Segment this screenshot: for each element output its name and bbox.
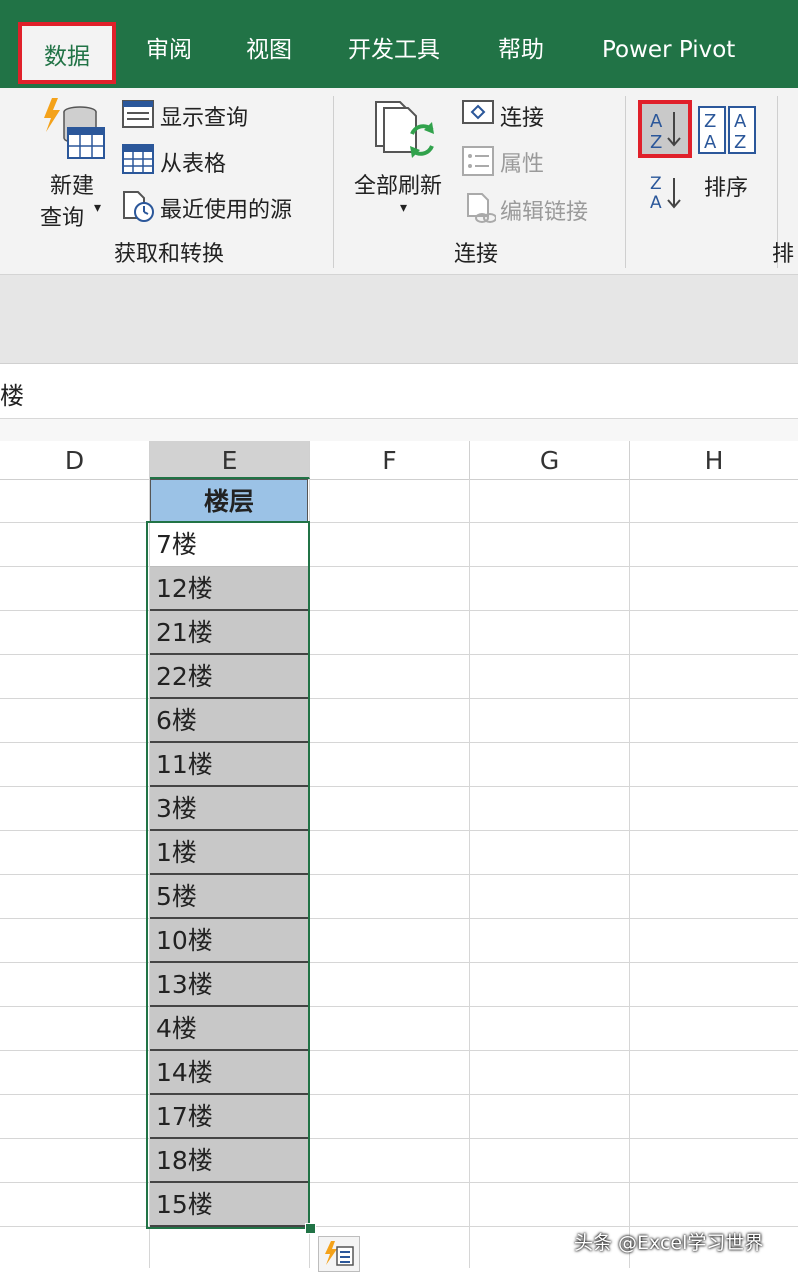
get-transform-group-label: 获取和转换 — [114, 242, 225, 267]
new-query-icon — [40, 98, 106, 160]
grid-line — [0, 1138, 798, 1139]
new-query-dropdown-icon[interactable]: ▾ — [94, 200, 101, 216]
svg-text:A: A — [650, 111, 663, 132]
properties-icon — [462, 146, 494, 176]
show-queries-icon — [122, 100, 154, 128]
show-queries-button[interactable]: 显示查询 — [160, 100, 248, 132]
from-table-button[interactable]: 从表格 — [160, 146, 226, 178]
flash-fill-icon — [325, 1241, 354, 1266]
tab-help[interactable]: 帮助 — [498, 30, 544, 70]
sort-dialog-icon: Z A A Z — [698, 106, 756, 156]
grid-line — [0, 698, 798, 699]
new-query-label-2[interactable]: 查询 — [40, 200, 84, 232]
properties-button[interactable]: 属性 — [500, 146, 544, 178]
svg-text:Z: Z — [650, 132, 662, 153]
watermark: 头条 @Excel学习世界 — [574, 1232, 764, 1254]
recent-sources-icon — [122, 190, 154, 222]
grid-line — [0, 522, 798, 523]
grid-line — [0, 1226, 798, 1227]
grid-line — [0, 918, 798, 919]
flash-fill-options-button[interactable] — [318, 1236, 360, 1272]
column-header-h[interactable]: H — [630, 441, 798, 479]
formula-bar-content: 楼 — [0, 382, 24, 410]
worksheet-grid[interactable] — [0, 479, 798, 1268]
grid-line — [0, 786, 798, 787]
grid-line — [0, 962, 798, 963]
edit-links-icon — [466, 192, 497, 224]
grid-line — [0, 1006, 798, 1007]
svg-text:Z: Z — [650, 174, 662, 194]
grid-line — [0, 1094, 798, 1095]
column-headers: D E F G H — [0, 441, 798, 480]
svg-text:A: A — [704, 132, 717, 153]
svg-text:A: A — [734, 111, 747, 132]
fill-handle[interactable] — [305, 1223, 316, 1234]
svg-text:A: A — [650, 193, 662, 212]
column-header-d[interactable]: D — [0, 441, 150, 479]
grid-line — [0, 1182, 798, 1183]
edit-links-button[interactable]: 编辑链接 — [500, 194, 588, 226]
connections-button[interactable]: 连接 — [500, 100, 544, 132]
group-separator — [333, 96, 334, 268]
grid-line — [0, 566, 798, 567]
grid-line — [0, 830, 798, 831]
refresh-all-dropdown-icon[interactable]: ▾ — [400, 200, 407, 216]
grid-line — [0, 874, 798, 875]
sort-ascending-button[interactable]: A Z — [638, 100, 692, 158]
group-separator — [625, 96, 626, 268]
ribbon-collapsed-area — [0, 275, 798, 364]
tab-view[interactable]: 视图 — [246, 30, 292, 70]
sort-descending-button[interactable]: Z A — [646, 172, 686, 213]
tab-power-pivot[interactable]: Power Pivot — [602, 30, 735, 70]
recent-sources-button[interactable]: 最近使用的源 — [160, 192, 292, 224]
grid-line — [0, 742, 798, 743]
table-header-cell[interactable]: 楼层 — [150, 479, 308, 522]
tab-data[interactable]: 数据 — [18, 22, 116, 84]
refresh-all-button[interactable]: 全部刷新 — [354, 168, 442, 200]
svg-text:Z: Z — [704, 111, 716, 132]
grid-line — [0, 654, 798, 655]
grid-line — [0, 610, 798, 611]
column-header-f[interactable]: F — [310, 441, 470, 479]
sort-button[interactable]: 排序 — [704, 170, 748, 202]
tab-review[interactable]: 审阅 — [146, 30, 192, 70]
sheet-spacer — [0, 419, 798, 442]
ribbon: 新建 查询 ▾ 显示查询 从表格 最近使用的源 获取和转换 全部刷新 ▾ 连接 … — [0, 88, 798, 275]
from-table-icon — [122, 144, 154, 174]
ribbon-tab-bar: 数据 审阅 视图 开发工具 帮助 Power Pivot — [0, 0, 798, 88]
connections-group-label: 连接 — [454, 242, 499, 267]
new-query-label-1[interactable]: 新建 — [50, 168, 94, 200]
connections-icon — [462, 100, 494, 128]
column-header-g[interactable]: G — [470, 441, 630, 479]
column-header-e[interactable]: E — [150, 441, 310, 479]
tab-developer[interactable]: 开发工具 — [348, 30, 440, 70]
refresh-all-icon — [374, 100, 436, 162]
svg-text:Z: Z — [734, 132, 746, 153]
selection-border — [146, 521, 310, 1229]
sort-group-label: 排 — [772, 242, 795, 267]
grid-line — [0, 1050, 798, 1051]
formula-bar[interactable]: 楼 — [0, 364, 798, 419]
